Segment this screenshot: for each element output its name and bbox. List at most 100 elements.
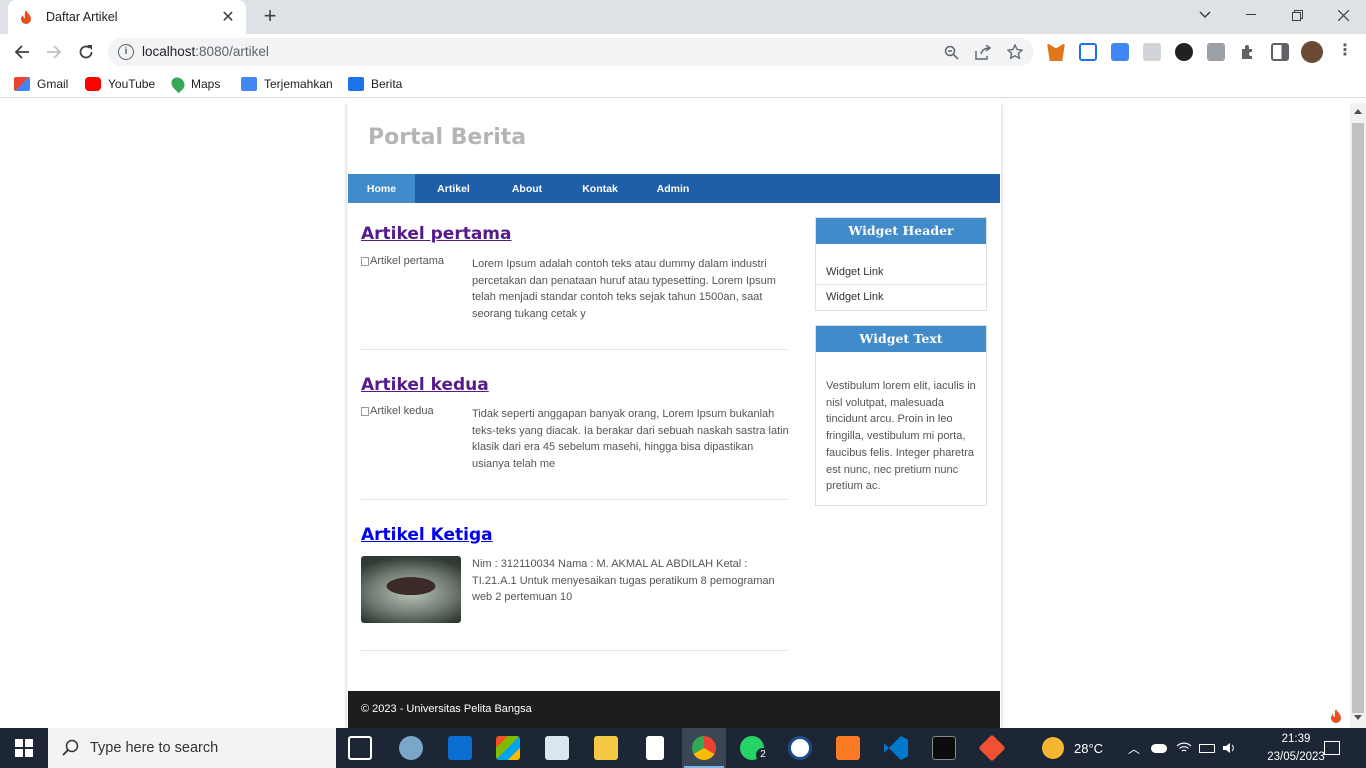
- article-excerpt: Nim : 312110034 Nama : M. AKMAL AL ABDIL…: [472, 558, 775, 604]
- news-icon: [348, 77, 364, 91]
- page-viewport: Portal Berita Home Artikel About Kontak …: [0, 103, 1350, 728]
- git-icon[interactable]: [978, 734, 1006, 762]
- metamask-extension-icon[interactable]: [1047, 43, 1065, 61]
- clock-date: 23/05/2023: [1267, 751, 1325, 763]
- tab-close-icon[interactable]: ✕: [220, 7, 236, 27]
- widget-text-body: Vestibulum lorem elit, iaculis in nisl v…: [826, 380, 976, 493]
- article-excerpt: Lorem Ipsum adalah contoh teks atau dumm…: [472, 258, 776, 321]
- task-view-icon[interactable]: [348, 736, 372, 760]
- divider: [361, 499, 788, 500]
- onedrive-cloud-icon[interactable]: [1151, 728, 1167, 768]
- image-extension-icon[interactable]: [1143, 43, 1161, 61]
- chrome-icon[interactable]: [692, 736, 716, 760]
- youtube-icon: [85, 77, 101, 91]
- site-info-icon[interactable]: i: [118, 44, 134, 60]
- xampp-icon[interactable]: [836, 736, 860, 760]
- page-footer: © 2023 - Universitas Pelita Bangsa: [348, 691, 1000, 728]
- widget-link[interactable]: Widget Link: [816, 260, 986, 285]
- notification-icon[interactable]: [1324, 728, 1340, 768]
- wifi-icon[interactable]: [1176, 728, 1192, 768]
- microsoft-store-icon[interactable]: [496, 736, 520, 760]
- browser-toolbar: i localhost:8080/artikel ⋮: [0, 34, 1366, 70]
- new-tab-button[interactable]: +: [258, 5, 282, 28]
- article-thumbnail-image: [361, 556, 461, 623]
- mail-icon[interactable]: [448, 736, 472, 760]
- windows-start-icon[interactable]: [0, 728, 48, 768]
- divider: [361, 349, 788, 350]
- article-title-link[interactable]: Artikel kedua: [361, 375, 788, 395]
- translate-icon: [241, 77, 257, 91]
- broken-image-icon: [361, 256, 369, 266]
- windows-taskbar: Type here to search 2 28°C ︿ 21:39 23/05…: [0, 728, 1366, 768]
- python-file-icon[interactable]: [545, 736, 569, 760]
- docs-extension-icon[interactable]: [1079, 43, 1097, 61]
- reload-icon[interactable]: [74, 40, 98, 64]
- bookmark-berita[interactable]: Berita: [348, 74, 402, 94]
- page-scrollbar[interactable]: [1350, 103, 1366, 728]
- scroll-down-arrow-icon[interactable]: [1354, 715, 1362, 720]
- article-item: Artikel pertama Artikel pertama Lorem Ip…: [361, 224, 788, 320]
- copy-extension-icon[interactable]: [1207, 43, 1225, 61]
- back-arrow-icon[interactable]: [10, 40, 34, 64]
- taskbar-search-box[interactable]: Type here to search: [48, 728, 336, 768]
- widget-text: Widget Text Vestibulum lorem elit, iacul…: [815, 325, 987, 506]
- broken-image-placeholder: Artikel kedua: [361, 405, 434, 417]
- scrollbar-thumb[interactable]: [1352, 123, 1364, 713]
- notepad-icon[interactable]: [646, 736, 664, 760]
- article-title-link[interactable]: Artikel Ketiga: [361, 525, 788, 545]
- widget-links: Widget Header Widget Link Widget Link: [815, 217, 987, 311]
- widget-header: Widget Header: [816, 218, 986, 244]
- clock-time: 21:39: [1281, 733, 1311, 745]
- browser-tab-strip: Daftar Artikel ✕ +: [0, 0, 1366, 34]
- address-url: localhost:8080/artikel: [142, 44, 269, 59]
- battery-icon[interactable]: [1199, 728, 1215, 768]
- whatsapp-badge: 2: [756, 748, 770, 762]
- restore-button[interactable]: [1274, 0, 1320, 30]
- divider: [361, 650, 788, 651]
- widget-link[interactable]: Widget Link: [816, 285, 986, 310]
- search-icon: [62, 739, 79, 756]
- maps-pin-icon: [168, 74, 188, 94]
- weather-icon: [1042, 737, 1064, 759]
- bookmark-youtube[interactable]: YouTube: [85, 74, 155, 94]
- widget-text-header: Widget Text: [816, 326, 986, 352]
- word-app-icon[interactable]: [788, 736, 812, 760]
- share-icon[interactable]: [974, 43, 992, 61]
- file-explorer-icon[interactable]: [594, 736, 618, 760]
- scroll-up-arrow-icon[interactable]: [1354, 109, 1362, 114]
- dark-extension-icon[interactable]: [1175, 43, 1193, 61]
- bookmark-terjemahkan[interactable]: Terjemahkan: [241, 74, 333, 94]
- nav-about[interactable]: About: [492, 174, 562, 203]
- app-snip-icon[interactable]: [399, 736, 423, 760]
- side-panel-icon[interactable]: [1271, 43, 1289, 61]
- nav-admin[interactable]: Admin: [638, 174, 708, 203]
- bookmark-star-icon[interactable]: [1006, 43, 1024, 61]
- close-window-button[interactable]: [1320, 0, 1366, 30]
- address-bar[interactable]: i localhost:8080/artikel: [108, 38, 1034, 66]
- nav-kontak[interactable]: Kontak: [562, 174, 638, 203]
- vscode-icon[interactable]: [884, 736, 908, 760]
- menu-kebab-icon[interactable]: ⋮: [1336, 43, 1354, 61]
- browser-tab[interactable]: Daftar Artikel ✕: [8, 0, 246, 34]
- tab-title: Daftar Artikel: [46, 10, 118, 24]
- tab-search-icon[interactable]: [1182, 0, 1228, 30]
- nav-home[interactable]: Home: [348, 174, 415, 203]
- nav-artikel[interactable]: Artikel: [415, 174, 492, 203]
- terminal-icon[interactable]: [932, 736, 956, 760]
- zoom-icon[interactable]: [942, 43, 960, 61]
- translate-extension-icon[interactable]: [1111, 43, 1129, 61]
- bookmark-maps[interactable]: Maps: [168, 74, 220, 94]
- tray-chevron-up-icon[interactable]: ︿: [1128, 728, 1140, 768]
- flame-floating-icon[interactable]: [1330, 709, 1344, 725]
- forward-arrow-icon[interactable]: [42, 40, 66, 64]
- volume-icon[interactable]: [1222, 728, 1236, 768]
- weather-widget[interactable]: 28°C: [1042, 728, 1103, 768]
- minimize-button[interactable]: [1228, 0, 1274, 30]
- extensions-puzzle-icon[interactable]: [1239, 43, 1257, 61]
- bookmark-gmail[interactable]: Gmail: [14, 74, 68, 94]
- bookmarks-bar: Gmail YouTube Maps Terjemahkan Berita: [0, 70, 1366, 98]
- taskbar-clock[interactable]: 21:39 23/05/2023: [1266, 730, 1326, 766]
- page-container: Portal Berita Home Artikel About Kontak …: [347, 103, 1001, 728]
- article-title-link[interactable]: Artikel pertama: [361, 224, 788, 244]
- profile-avatar[interactable]: [1301, 41, 1323, 63]
